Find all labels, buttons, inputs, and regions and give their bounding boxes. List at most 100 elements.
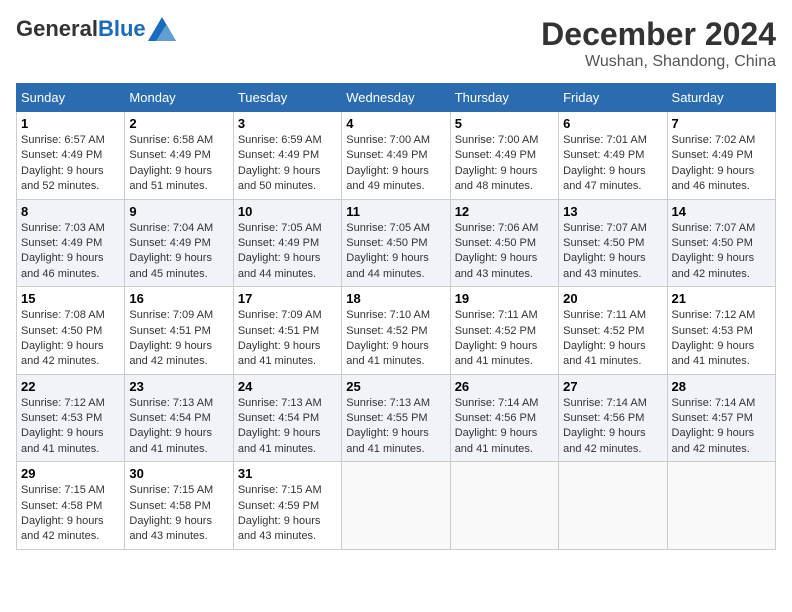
- daylight-info: Daylight: 9 hours: [672, 252, 755, 264]
- day-info: Sunrise: 7:05 AM Sunset: 4:49 PM Dayligh…: [238, 221, 337, 283]
- day-info: Sunrise: 7:00 AM Sunset: 4:49 PM Dayligh…: [455, 133, 554, 195]
- daylight-minutes: and 41 minutes.: [238, 355, 316, 367]
- weekday-header: Friday: [559, 84, 667, 112]
- sunset-info: Sunset: 4:58 PM: [129, 500, 210, 512]
- sunset-info: Sunset: 4:49 PM: [455, 149, 536, 161]
- sunrise-info: Sunrise: 7:08 AM: [21, 309, 105, 321]
- day-number: 28: [672, 379, 771, 394]
- day-info: Sunrise: 7:04 AM Sunset: 4:49 PM Dayligh…: [129, 221, 228, 283]
- sunset-info: Sunset: 4:54 PM: [238, 412, 319, 424]
- day-number: 27: [563, 379, 662, 394]
- day-info: Sunrise: 7:15 AM Sunset: 4:59 PM Dayligh…: [238, 483, 337, 545]
- sunset-info: Sunset: 4:58 PM: [21, 500, 102, 512]
- calendar-week-row: 8 Sunrise: 7:03 AM Sunset: 4:49 PM Dayli…: [17, 199, 776, 287]
- sunrise-info: Sunrise: 7:00 AM: [455, 134, 539, 146]
- day-info: Sunrise: 7:14 AM Sunset: 4:56 PM Dayligh…: [563, 396, 662, 458]
- daylight-info: Daylight: 9 hours: [21, 340, 104, 352]
- sunrise-info: Sunrise: 7:13 AM: [129, 397, 213, 409]
- sunset-info: Sunset: 4:51 PM: [238, 325, 319, 337]
- day-info: Sunrise: 6:57 AM Sunset: 4:49 PM Dayligh…: [21, 133, 120, 195]
- weekday-header: Sunday: [17, 84, 125, 112]
- day-number: 21: [672, 291, 771, 306]
- daylight-info: Daylight: 9 hours: [129, 252, 212, 264]
- daylight-info: Daylight: 9 hours: [129, 165, 212, 177]
- daylight-info: Daylight: 9 hours: [563, 340, 646, 352]
- calendar-week-row: 29 Sunrise: 7:15 AM Sunset: 4:58 PM Dayl…: [17, 462, 776, 550]
- calendar-cell: 29 Sunrise: 7:15 AM Sunset: 4:58 PM Dayl…: [17, 462, 125, 550]
- calendar-week-row: 22 Sunrise: 7:12 AM Sunset: 4:53 PM Dayl…: [17, 374, 776, 462]
- day-info: Sunrise: 7:13 AM Sunset: 4:54 PM Dayligh…: [129, 396, 228, 458]
- weekday-header: Saturday: [667, 84, 775, 112]
- daylight-minutes: and 43 minutes.: [455, 268, 533, 280]
- calendar-cell: 21 Sunrise: 7:12 AM Sunset: 4:53 PM Dayl…: [667, 287, 775, 375]
- sunrise-info: Sunrise: 7:05 AM: [238, 222, 322, 234]
- daylight-info: Daylight: 9 hours: [672, 165, 755, 177]
- sunrise-info: Sunrise: 7:14 AM: [672, 397, 756, 409]
- calendar-week-row: 15 Sunrise: 7:08 AM Sunset: 4:50 PM Dayl…: [17, 287, 776, 375]
- calendar-cell: [559, 462, 667, 550]
- daylight-info: Daylight: 9 hours: [563, 427, 646, 439]
- day-info: Sunrise: 7:13 AM Sunset: 4:54 PM Dayligh…: [238, 396, 337, 458]
- sunrise-info: Sunrise: 7:13 AM: [238, 397, 322, 409]
- sunset-info: Sunset: 4:49 PM: [563, 149, 644, 161]
- day-number: 20: [563, 291, 662, 306]
- sunrise-info: Sunrise: 7:15 AM: [21, 484, 105, 496]
- day-number: 31: [238, 466, 337, 481]
- day-number: 16: [129, 291, 228, 306]
- calendar-cell: 4 Sunrise: 7:00 AM Sunset: 4:49 PM Dayli…: [342, 112, 450, 200]
- sunset-info: Sunset: 4:59 PM: [238, 500, 319, 512]
- sunrise-info: Sunrise: 7:14 AM: [455, 397, 539, 409]
- day-info: Sunrise: 7:10 AM Sunset: 4:52 PM Dayligh…: [346, 308, 445, 370]
- daylight-minutes: and 42 minutes.: [672, 443, 750, 455]
- sunrise-info: Sunrise: 7:01 AM: [563, 134, 647, 146]
- sunrise-info: Sunrise: 7:12 AM: [21, 397, 105, 409]
- daylight-minutes: and 43 minutes.: [129, 530, 207, 542]
- sunrise-info: Sunrise: 6:57 AM: [21, 134, 105, 146]
- daylight-minutes: and 47 minutes.: [563, 180, 641, 192]
- weekday-header: Tuesday: [233, 84, 341, 112]
- day-info: Sunrise: 7:15 AM Sunset: 4:58 PM Dayligh…: [129, 483, 228, 545]
- calendar-cell: 17 Sunrise: 7:09 AM Sunset: 4:51 PM Dayl…: [233, 287, 341, 375]
- daylight-info: Daylight: 9 hours: [346, 165, 429, 177]
- day-number: 2: [129, 116, 228, 131]
- day-info: Sunrise: 7:11 AM Sunset: 4:52 PM Dayligh…: [563, 308, 662, 370]
- calendar-cell: [667, 462, 775, 550]
- daylight-minutes: and 52 minutes.: [21, 180, 99, 192]
- daylight-minutes: and 41 minutes.: [238, 443, 316, 455]
- calendar-cell: 9 Sunrise: 7:04 AM Sunset: 4:49 PM Dayli…: [125, 199, 233, 287]
- logo-icon: [148, 17, 176, 41]
- day-info: Sunrise: 7:03 AM Sunset: 4:49 PM Dayligh…: [21, 221, 120, 283]
- day-number: 7: [672, 116, 771, 131]
- calendar-cell: 20 Sunrise: 7:11 AM Sunset: 4:52 PM Dayl…: [559, 287, 667, 375]
- sunrise-info: Sunrise: 7:11 AM: [563, 309, 646, 321]
- sunrise-info: Sunrise: 7:12 AM: [672, 309, 756, 321]
- weekday-header: Wednesday: [342, 84, 450, 112]
- day-number: 11: [346, 204, 445, 219]
- day-info: Sunrise: 7:09 AM Sunset: 4:51 PM Dayligh…: [238, 308, 337, 370]
- calendar-cell: 26 Sunrise: 7:14 AM Sunset: 4:56 PM Dayl…: [450, 374, 558, 462]
- month-year: December 2024: [541, 16, 776, 53]
- sunrise-info: Sunrise: 7:06 AM: [455, 222, 539, 234]
- daylight-minutes: and 41 minutes.: [346, 443, 424, 455]
- daylight-minutes: and 41 minutes.: [129, 443, 207, 455]
- sunset-info: Sunset: 4:53 PM: [21, 412, 102, 424]
- sunset-info: Sunset: 4:49 PM: [238, 149, 319, 161]
- calendar-cell: 12 Sunrise: 7:06 AM Sunset: 4:50 PM Dayl…: [450, 199, 558, 287]
- day-info: Sunrise: 7:02 AM Sunset: 4:49 PM Dayligh…: [672, 133, 771, 195]
- calendar-cell: 3 Sunrise: 6:59 AM Sunset: 4:49 PM Dayli…: [233, 112, 341, 200]
- calendar-cell: 28 Sunrise: 7:14 AM Sunset: 4:57 PM Dayl…: [667, 374, 775, 462]
- calendar-cell: 23 Sunrise: 7:13 AM Sunset: 4:54 PM Dayl…: [125, 374, 233, 462]
- sunset-info: Sunset: 4:49 PM: [129, 149, 210, 161]
- sunrise-info: Sunrise: 7:02 AM: [672, 134, 756, 146]
- calendar-cell: 6 Sunrise: 7:01 AM Sunset: 4:49 PM Dayli…: [559, 112, 667, 200]
- sunset-info: Sunset: 4:49 PM: [129, 237, 210, 249]
- daylight-minutes: and 41 minutes.: [672, 355, 750, 367]
- daylight-minutes: and 42 minutes.: [672, 268, 750, 280]
- sunrise-info: Sunrise: 6:59 AM: [238, 134, 322, 146]
- sunset-info: Sunset: 4:50 PM: [563, 237, 644, 249]
- logo-blue: Blue: [98, 16, 146, 42]
- daylight-info: Daylight: 9 hours: [129, 427, 212, 439]
- daylight-minutes: and 43 minutes.: [563, 268, 641, 280]
- day-number: 4: [346, 116, 445, 131]
- day-number: 23: [129, 379, 228, 394]
